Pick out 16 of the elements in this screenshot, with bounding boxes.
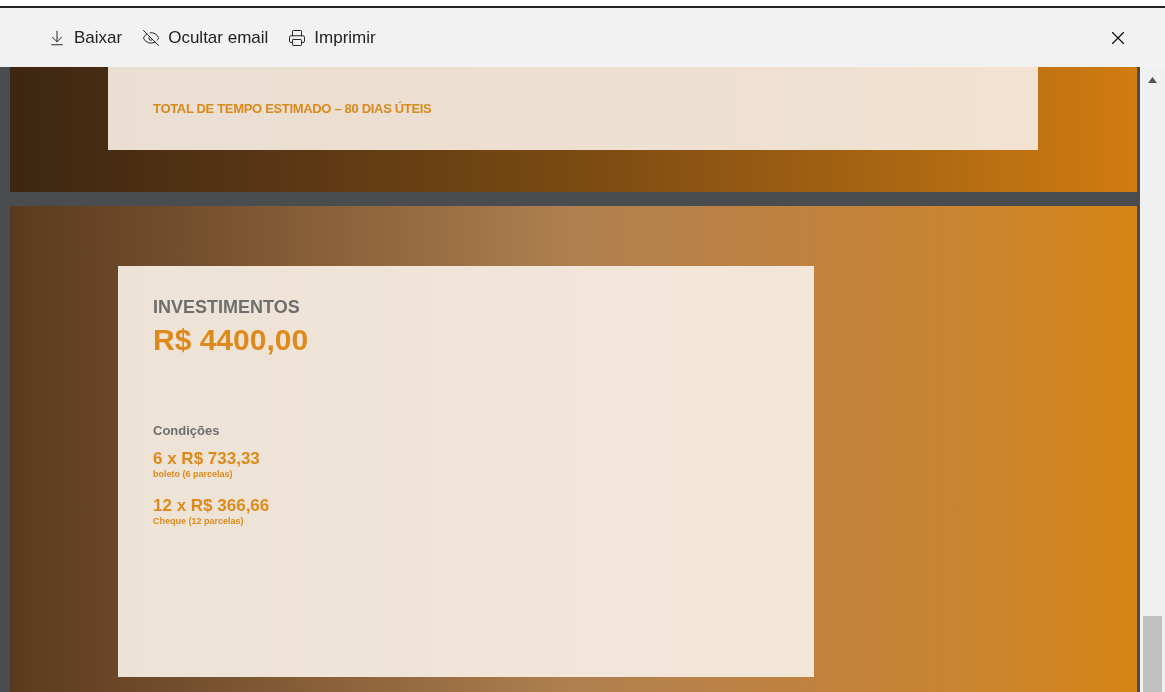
print-icon <box>288 28 307 47</box>
scroll-up-icon <box>1148 77 1157 83</box>
eye-slash-icon <box>142 28 161 47</box>
installment-note: boleto (6 parcelas) <box>153 469 234 481</box>
total-time-text: TOTAL DE TEMPO ESTIMADO – 80 DIAS ÚTEIS <box>153 99 432 118</box>
installment-note: Cheque (12 parcelas) <box>153 515 245 527</box>
scrollbar-thumb[interactable] <box>1143 616 1162 692</box>
download-icon <box>48 28 66 47</box>
toolbar-button[interactable]: Ocultar email <box>142 24 269 51</box>
installment-amount: 6 x R$ 733,33 <box>153 448 261 470</box>
conditions-label: Condições <box>153 421 221 440</box>
installment-amount: 12 x R$ 366,66 <box>153 494 271 516</box>
toolbar-button[interactable]: Baixar <box>48 24 123 51</box>
toolbar-button[interactable]: Imprimir <box>288 24 376 51</box>
section-heading: INVESTIMENTOS <box>153 296 301 319</box>
price-text: R$ 4400,00 <box>153 322 310 358</box>
